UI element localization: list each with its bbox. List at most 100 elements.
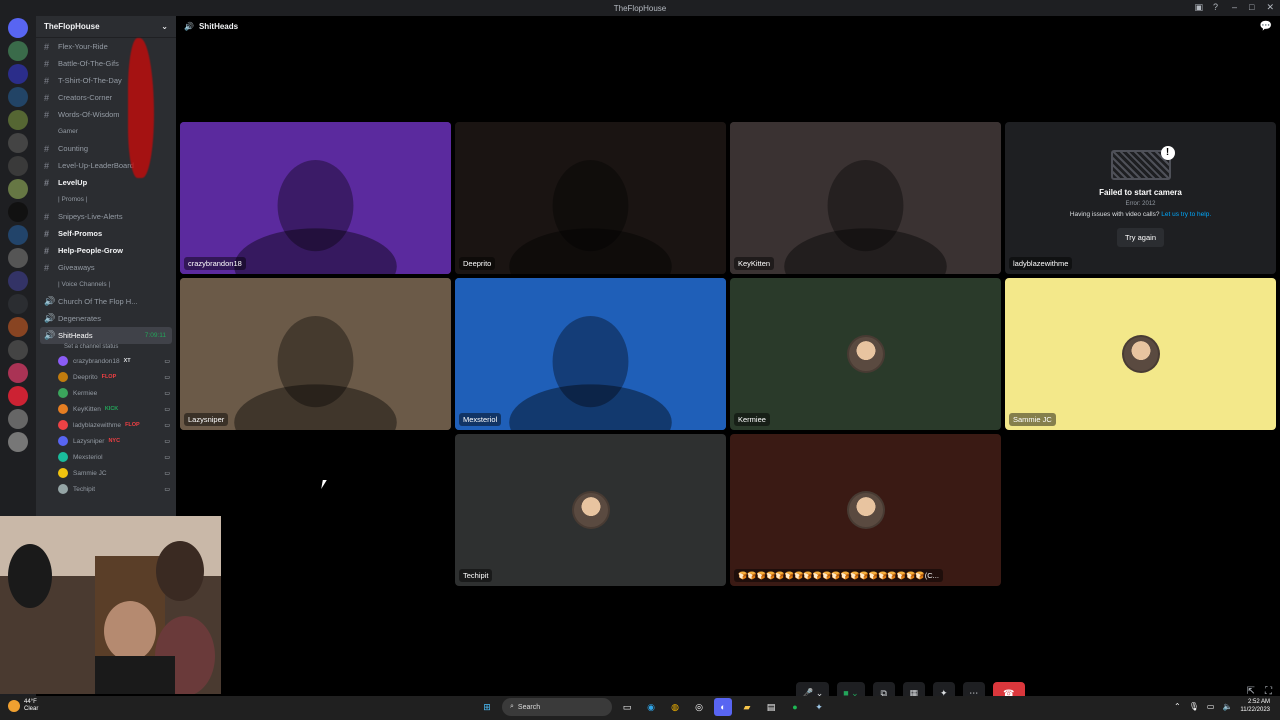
clock-time: 2:52 AM (1247, 699, 1270, 705)
voice-member[interactable]: KeyKitten KICK ▭ (36, 401, 176, 417)
text-channel[interactable]: # Creators-Corner (36, 89, 176, 106)
camera-icon: ▭ (164, 358, 170, 365)
help-icon[interactable]: ? (1213, 2, 1218, 13)
server-icon[interactable] (8, 41, 28, 61)
channel-category[interactable]: | Voice Channels | (36, 276, 176, 293)
hash-icon: # (44, 75, 50, 86)
participant-tile[interactable]: 🍞🍞🍞🍞🍞🍞🍞🍞🍞🍞🍞🍞🍞🍞🍞🍞🍞🍞🍞🍞(C... (730, 434, 1001, 586)
discord-icon[interactable]: ◐ (714, 698, 732, 716)
participant-tile[interactable]: Failed to start camera Error: 2012 Having … (1005, 122, 1276, 274)
camera-icon: ▭ (164, 454, 170, 461)
server-icon[interactable] (8, 110, 28, 130)
participant-tile[interactable]: crazybrandon18 (180, 122, 451, 274)
inbox-icon[interactable]: ▣ (1194, 2, 1203, 13)
maximize-button[interactable]: □ (1249, 2, 1254, 13)
server-icon[interactable] (8, 156, 28, 176)
server-icon[interactable] (8, 18, 28, 38)
channel-label: Church Of The Flop H... (58, 297, 138, 306)
text-channel[interactable]: # Help-People-Grow (36, 242, 176, 259)
clock-date: 11/22/2023 (1240, 707, 1270, 713)
participant-tile[interactable]: KeyKitten (730, 122, 1001, 274)
text-channel[interactable]: # Self-Promos (36, 225, 176, 242)
voice-channel[interactable]: 🔊 Degenerates (36, 310, 176, 327)
participant-tile[interactable]: Sammie JC (1005, 278, 1276, 430)
steam-icon[interactable]: ✦ (810, 698, 828, 716)
try-again-button[interactable]: Try again (1117, 227, 1164, 247)
text-channel[interactable]: # Giveaways (36, 259, 176, 276)
server-icon[interactable] (8, 202, 28, 222)
participant-tile[interactable]: Mexsteriol (455, 278, 726, 430)
voice-member[interactable]: Mexsteriol ▭ (36, 449, 176, 465)
voice-channel-active[interactable]: 🔊 ShitHeads 7:09:11 (40, 327, 172, 344)
file-explorer-icon[interactable]: ▰ (738, 698, 756, 716)
minimize-button[interactable]: – (1232, 2, 1237, 13)
voice-member[interactable]: Sammie JC ▭ (36, 465, 176, 481)
text-channel[interactable]: # Flex-Your-Ride (36, 38, 176, 55)
server-icon[interactable] (8, 294, 28, 314)
channel-category[interactable]: Gamer (36, 123, 176, 140)
weather-widget[interactable]: 44°F Clear (8, 699, 38, 713)
clock[interactable]: 2:52 AM 11/22/2023 (1240, 698, 1270, 714)
server-icon[interactable] (8, 386, 28, 406)
member-name: Techipit (73, 485, 96, 493)
server-icon[interactable] (8, 432, 28, 452)
server-header[interactable]: TheFlopHouse ⌄ (36, 16, 176, 38)
text-channel[interactable]: # LevelUp (36, 174, 176, 191)
hash-icon: # (44, 109, 50, 120)
server-icon[interactable] (8, 248, 28, 268)
microphone-icon[interactable]: 🎙 (1189, 702, 1199, 711)
server-icon[interactable] (8, 363, 28, 383)
windows-taskbar: 44°F Clear ⊞ ⌕ Search ▭ ◉ ◍ ◎ ◐ ▰ ▤ ● ✦ … (0, 696, 1280, 720)
channel-category[interactable]: | Promos | (36, 191, 176, 208)
voice-member[interactable]: Lazysniper NYC ▭ (36, 433, 176, 449)
call-channel-name: ShitHeads (198, 22, 239, 31)
server-icon[interactable] (8, 64, 28, 84)
taskbar-search[interactable]: ⌕ Search (502, 698, 612, 716)
chrome-icon[interactable]: ◍ (666, 698, 684, 716)
chat-icon[interactable]: 💬 (1260, 21, 1272, 32)
server-icon[interactable] (8, 87, 28, 107)
video-feed (455, 122, 726, 274)
participant-tile[interactable]: Kermiee (730, 278, 1001, 430)
channel-label: Level-Up-LeaderBoard (58, 161, 134, 170)
participant-tile[interactable]: Deeprito (455, 122, 726, 274)
voice-member[interactable]: Techipit ▭ (36, 481, 176, 497)
server-icon[interactable] (8, 179, 28, 199)
voice-channel[interactable]: 🔊 Church Of The Flop H... (36, 293, 176, 310)
network-icon[interactable]: ▭ (1207, 702, 1215, 711)
spotify-icon[interactable]: ● (786, 698, 804, 716)
camera-icon: ▭ (164, 486, 170, 493)
text-channel[interactable]: # Words-Of-Wisdom (36, 106, 176, 123)
server-icon[interactable] (8, 271, 28, 291)
speaker-icon: 🔊 (184, 22, 194, 31)
start-icon[interactable]: ⊞ (478, 698, 496, 716)
help-link[interactable]: Let us try to help. (1161, 211, 1211, 218)
hash-icon: # (44, 245, 50, 256)
hash-icon: # (44, 211, 50, 222)
edge-icon[interactable]: ◉ (642, 698, 660, 716)
voice-member[interactable]: ladyblazewithme FLOP ▭ (36, 417, 176, 433)
task-view-icon[interactable]: ▭ (618, 698, 636, 716)
server-icon[interactable] (8, 409, 28, 429)
text-channel[interactable]: # Snipeys-Live-Alerts (36, 208, 176, 225)
store-icon[interactable]: ▤ (762, 698, 780, 716)
voice-member[interactable]: Kermiee ▭ (36, 385, 176, 401)
volume-icon[interactable]: 🔈 (1222, 702, 1232, 711)
text-channel[interactable]: # T-Shirt-Of-The-Day (36, 72, 176, 89)
server-icon[interactable] (8, 317, 28, 337)
channel-status[interactable]: Set a channel status (36, 344, 176, 353)
text-channel[interactable]: # Battle-Of-The-Gifs (36, 55, 176, 72)
voice-member[interactable]: crazybrandon18 XT ▭ (36, 353, 176, 369)
voice-member[interactable]: Deeprito FLOP ▭ (36, 369, 176, 385)
participant-tile[interactable]: Lazysniper (180, 278, 451, 430)
obs-icon[interactable]: ◎ (690, 698, 708, 716)
close-button[interactable]: ✕ (1266, 2, 1274, 13)
text-channel[interactable]: # Counting (36, 140, 176, 157)
chevron-up-icon[interactable]: ⌃ (1174, 702, 1181, 711)
server-icon[interactable] (8, 133, 28, 153)
server-icon[interactable] (8, 340, 28, 360)
text-channel[interactable]: # Level-Up-LeaderBoard (36, 157, 176, 174)
participant-tile[interactable]: Techipit (455, 434, 726, 586)
avatar (58, 468, 68, 478)
server-icon[interactable] (8, 225, 28, 245)
